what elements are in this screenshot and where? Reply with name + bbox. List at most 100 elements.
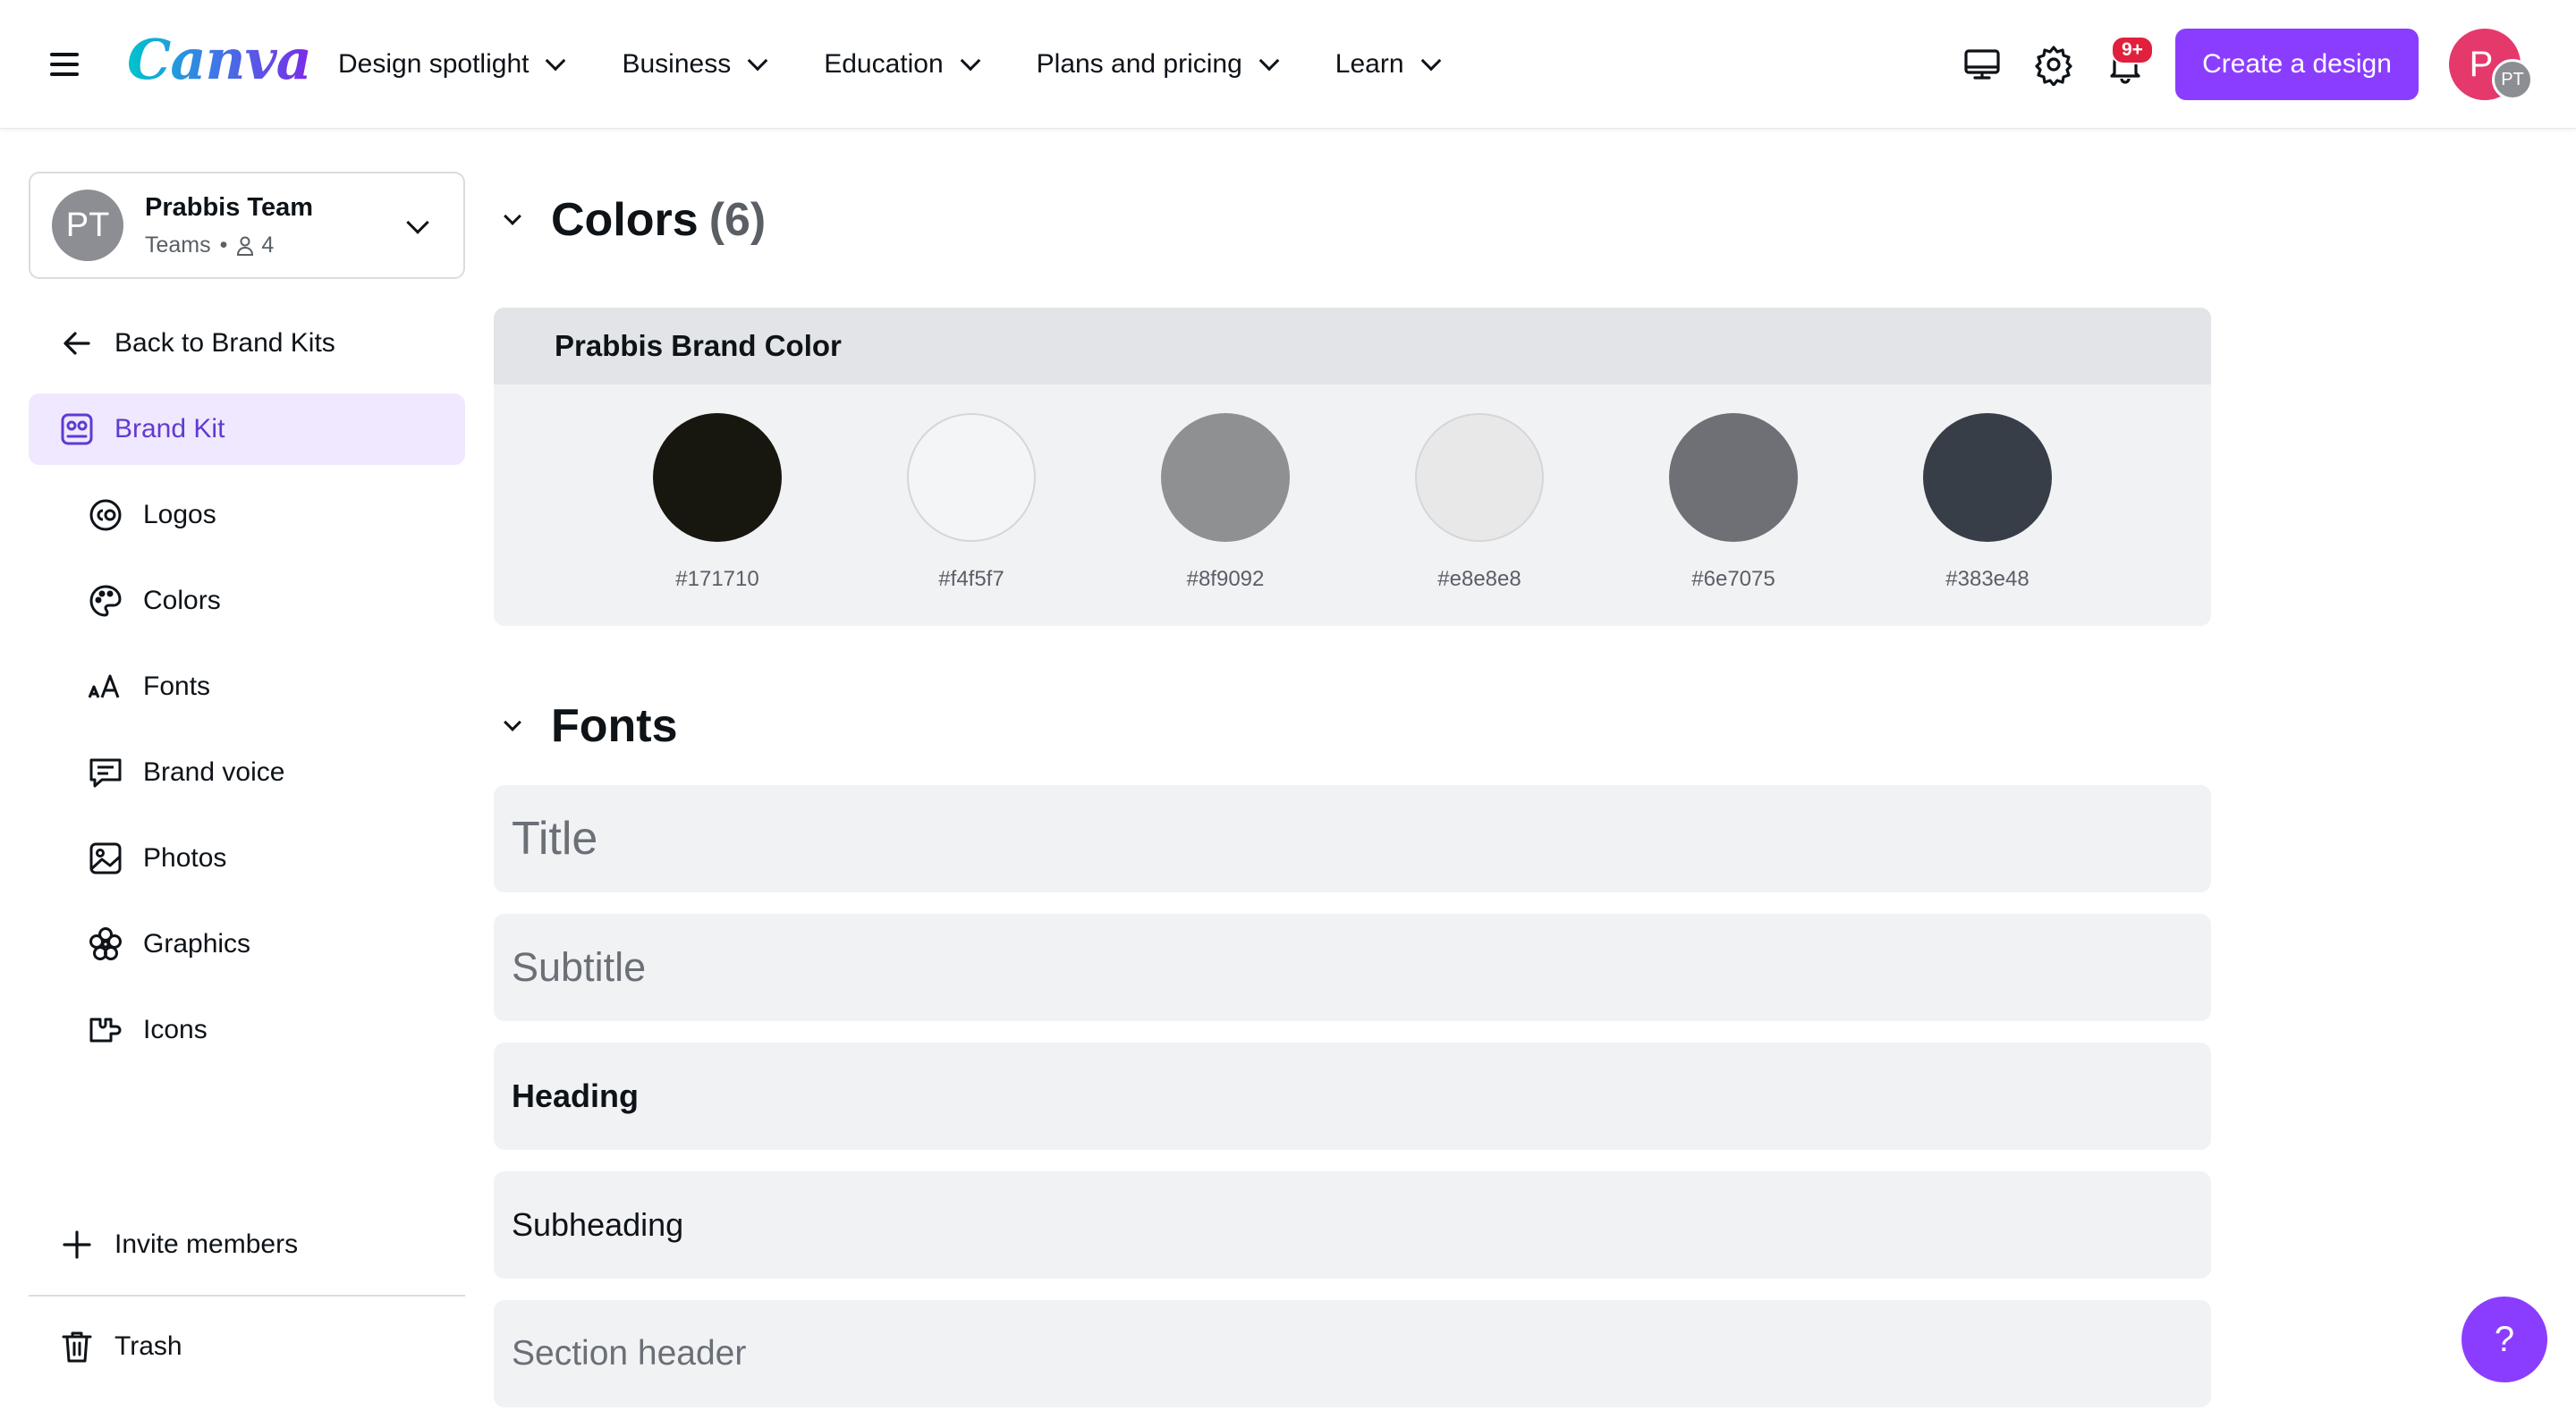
font-row-subheading[interactable]: Subheading [494, 1171, 2211, 1279]
color-swatch[interactable]: #171710 [653, 413, 782, 592]
chevron-down-icon [747, 50, 768, 72]
nav-label: Plans and pricing [1036, 49, 1242, 79]
sidebar-item-label: Brand Kit [114, 414, 225, 444]
photos-icon [89, 842, 122, 874]
chevron-down-icon [960, 50, 980, 72]
team-name: Prabbis Team [145, 193, 314, 222]
sidebar-item-logos[interactable]: Logos [88, 497, 216, 533]
icons-icon [89, 1018, 122, 1043]
font-row-title[interactable]: Title [494, 785, 2211, 892]
nav-learn[interactable]: Learn [1335, 41, 1441, 88]
back-to-brand-kits-link[interactable]: Back to Brand Kits [59, 325, 335, 361]
colors-section-header[interactable]: Colors (6) [504, 193, 767, 247]
invite-label: Invite members [114, 1229, 299, 1259]
font-row-section-header[interactable]: Section header [494, 1300, 2211, 1407]
nav-design-spotlight[interactable]: Design spotlight [338, 41, 566, 88]
create-design-button[interactable]: Create a design [2175, 29, 2419, 100]
chevron-down-icon [546, 50, 566, 72]
section-count: (6) [708, 194, 767, 246]
nav-plans-and-pricing[interactable]: Plans and pricing [1036, 41, 1280, 88]
sidebar-item-label: Icons [143, 1015, 208, 1044]
swatch-circle [1669, 413, 1798, 542]
sidebar-item-brand-kit[interactable]: Brand Kit [29, 393, 465, 465]
color-palette-card: Prabbis Brand Color #171710 #f4f5f7 #8f909… [494, 308, 2211, 626]
nav-label: Business [622, 49, 732, 79]
notification-badge: 9+ [2111, 36, 2154, 64]
chevron-down-icon[interactable] [504, 714, 521, 731]
top-bar: Canva Design spotlight Business Educatio… [0, 0, 2576, 129]
palette-icon [89, 585, 122, 617]
plus-icon [63, 1230, 91, 1259]
section-title: Fonts [551, 700, 678, 752]
sidebar-item-label: Fonts [143, 672, 211, 701]
sidebar-item-graphics[interactable]: Graphics [88, 926, 250, 962]
swatch-circle [1923, 413, 2052, 542]
team-type: Teams [145, 232, 211, 258]
trash-label: Trash [114, 1331, 182, 1361]
team-avatar: PT [52, 190, 123, 261]
chevron-down-icon[interactable] [504, 207, 521, 225]
invite-members-button[interactable]: Invite members [59, 1227, 298, 1263]
swatch-circle [1415, 413, 1544, 542]
swatch-circle [907, 413, 1036, 542]
color-swatch[interactable]: #f4f5f7 [907, 413, 1036, 592]
fonts-section-header[interactable]: Fonts [504, 699, 678, 753]
team-switcher[interactable]: PT Prabbis Team Teams • 4 [29, 172, 465, 279]
sidebar-item-icons[interactable]: Icons [88, 1012, 208, 1048]
font-row-heading[interactable]: Heading [494, 1043, 2211, 1150]
nav-education[interactable]: Education [824, 41, 980, 88]
team-meta: Teams • 4 [145, 232, 274, 258]
sidebar-item-fonts[interactable]: Fonts [88, 669, 210, 705]
color-swatch[interactable]: #e8e8e8 [1415, 413, 1544, 592]
chevron-down-icon [1258, 50, 1280, 72]
color-swatch[interactable]: #383e48 [1923, 413, 2052, 592]
team-member-count: 4 [261, 232, 275, 258]
font-row-label: Title [512, 813, 598, 865]
arrow-left-icon [64, 332, 90, 355]
settings-gear-icon[interactable] [2032, 43, 2075, 87]
trash-icon [62, 1331, 92, 1363]
sidebar-item-label: Colors [143, 586, 221, 615]
swatch-hex-label: #f4f5f7 [938, 567, 1004, 591]
logos-icon [89, 499, 122, 531]
font-row-label: Subtitle [512, 944, 647, 990]
sidebar-item-colors[interactable]: Colors [88, 583, 221, 619]
font-row-label: Heading [512, 1077, 640, 1114]
swatch-circle [653, 413, 782, 542]
section-title: Colors [551, 194, 699, 246]
font-row-label: Section header [512, 1334, 747, 1373]
nav-label: Education [824, 49, 944, 79]
palette-name[interactable]: Prabbis Brand Color [494, 308, 2211, 384]
swatch-hex-label: #6e7075 [1691, 567, 1775, 591]
color-swatch[interactable]: #6e7075 [1669, 413, 1798, 592]
swatch-hex-label: #171710 [675, 567, 759, 591]
help-button[interactable]: ? [2462, 1297, 2547, 1382]
swatch-circle [1161, 413, 1290, 542]
sidebar-divider [29, 1295, 465, 1297]
menu-icon[interactable] [47, 46, 82, 82]
fonts-icon [88, 674, 120, 698]
chevron-down-icon [1420, 50, 1441, 72]
nav-business[interactable]: Business [622, 41, 768, 88]
font-row-label: Subheading [512, 1206, 684, 1243]
sidebar-item-label: Graphics [143, 929, 251, 959]
graphics-icon [89, 927, 122, 960]
canva-logo[interactable]: Canva [127, 27, 312, 92]
back-label: Back to Brand Kits [114, 328, 335, 358]
sidebar-item-photos[interactable]: Photos [88, 841, 226, 876]
trash-link[interactable]: Trash [59, 1329, 182, 1365]
desktop-app-icon[interactable] [1961, 43, 2004, 86]
team-avatar-badge: PT [2492, 59, 2533, 100]
sidebar-item-label: Photos [143, 843, 227, 873]
nav-label: Design spotlight [338, 49, 530, 79]
main-nav: Design spotlight Business Education Plan… [338, 41, 1497, 88]
meta-separator: • [219, 232, 228, 258]
sidebar-item-brand-voice[interactable]: Brand voice [88, 755, 284, 790]
nav-label: Learn [1335, 49, 1404, 79]
sidebar-item-label: Logos [143, 500, 216, 529]
color-swatch[interactable]: #8f9092 [1161, 413, 1290, 592]
brand-kit-icon [61, 413, 93, 445]
font-row-subtitle[interactable]: Subtitle [494, 914, 2211, 1021]
swatch-hex-label: #e8e8e8 [1437, 567, 1521, 591]
chevron-down-icon [406, 211, 429, 234]
